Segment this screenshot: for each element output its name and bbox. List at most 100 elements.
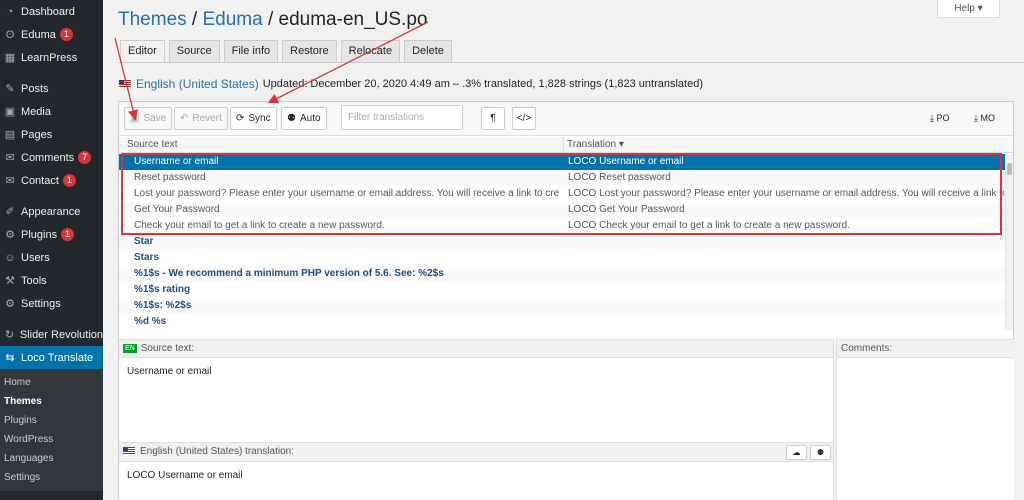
source-cell: %1$s - We recommend a minimum PHP versio… <box>134 268 444 279</box>
revert-icon: ↶ <box>180 113 189 124</box>
breadcrumb-separator: / <box>262 9 279 30</box>
tab-relocate[interactable]: Relocate <box>340 40 401 62</box>
filter-input[interactable]: Filter translations <box>341 105 463 130</box>
sidebar-item-label: Appearance <box>21 205 81 218</box>
comments-area[interactable] <box>837 358 1014 500</box>
sidebar-item-tools[interactable]: ⚒ Tools <box>0 269 103 292</box>
cloud-icon: ☁ <box>792 448 801 457</box>
sidebar-item-label: Plugins <box>21 228 58 241</box>
auto-button[interactable]: ⚉ Auto <box>281 107 327 130</box>
source-cell: Star <box>134 236 154 247</box>
plugins-icon: ⚙ <box>5 228 15 241</box>
translation-input[interactable]: LOCO Username or email <box>119 462 833 500</box>
sidebar-separator <box>0 315 103 323</box>
invisibles-toggle[interactable]: ¶ <box>481 107 505 130</box>
table-row[interactable]: %d %s <box>119 314 1005 330</box>
sidebar-separator <box>0 69 103 77</box>
breadcrumb-theme-link[interactable]: Eduma <box>202 9 262 30</box>
tabs-divider <box>118 62 1024 63</box>
source-column-header[interactable]: Source text <box>127 139 178 150</box>
source-cell: %1$s: %2$s <box>134 300 192 311</box>
sidebar-item-label: Eduma <box>21 28 56 41</box>
sidebar-item-label: Dashboard <box>21 5 75 18</box>
sidebar-item-posts[interactable]: ✎ Posts <box>0 77 103 100</box>
source-cell: %d %s <box>134 316 167 327</box>
loco-translate-icon: ⇆ <box>5 351 15 364</box>
sidebar-item-label: Tools <box>21 274 47 287</box>
editor-toolbar: ▣ Save ↶ Revert ⟳ Sync ⚉ Auto Filter transla… <box>119 102 1013 136</box>
save-button[interactable]: ▣ Save <box>124 107 173 130</box>
table-row[interactable]: %1$s: %2$s <box>119 298 1005 314</box>
tab-restore[interactable]: Restore <box>282 40 337 62</box>
sidebar-item-label: LearnPress <box>21 51 78 64</box>
sidebar-item-learnpress[interactable]: ▦ LearnPress <box>0 46 103 69</box>
sidebar-item-users[interactable]: ☺ Users <box>0 246 103 269</box>
code-view-toggle[interactable]: </> <box>512 107 536 130</box>
submenu-item-settings[interactable]: Settings <box>0 468 103 487</box>
download-mo-button[interactable]: ⤓ MO <box>974 113 995 124</box>
appearance-icon: ✐ <box>5 205 15 218</box>
sidebar-item-pages[interactable]: ▤ Pages <box>0 123 103 146</box>
revert-label: Revert <box>192 113 222 124</box>
download-po-button[interactable]: ⤓ PO <box>930 113 950 124</box>
tab-editor[interactable]: Editor <box>120 40 165 62</box>
translation-header: English (United States) translation: ☁ ⚉ <box>119 442 833 462</box>
loco-submenu: Home Themes Plugins WordPress Languages Setti… <box>0 369 103 491</box>
translation-column-header[interactable]: Translation ▾ <box>567 139 624 150</box>
sync-icon: ⟳ <box>236 113 245 124</box>
submenu-item-wordpress[interactable]: WordPress <box>0 430 103 449</box>
download-icon: ⤓ <box>974 113 978 123</box>
source-text-value: Username or email <box>119 358 833 442</box>
grid-header: Source text Translation ▾ <box>119 137 1013 153</box>
sidebar-item-contact[interactable]: ✉ Contact 1 <box>0 169 103 192</box>
table-row[interactable]: Star <box>119 234 1005 250</box>
submenu-item-themes[interactable]: Themes <box>0 392 103 411</box>
tab-file-info[interactable]: File info <box>223 40 279 62</box>
breadcrumb-themes-link[interactable]: Themes <box>118 9 187 30</box>
page-title: Themes / Eduma / eduma-en_US.po <box>118 9 427 31</box>
notification-badge: 1 <box>61 228 75 241</box>
editor-tabs: Editor Source File info Restore Relocate Dele… <box>120 40 456 62</box>
source-cell: Stars <box>134 252 160 263</box>
grid-scrollbar[interactable] <box>1005 154 1013 330</box>
locale-info: English (United States) Updated: Decembe… <box>119 77 703 91</box>
learnpress-icon: ▦ <box>4 51 16 64</box>
eduma-icon: ʘ <box>5 28 15 41</box>
sidebar-item-settings[interactable]: ⚙ Settings <box>0 292 103 315</box>
table-row[interactable]: %1$s - We recommend a minimum PHP versio… <box>119 266 1005 282</box>
sidebar-item-label: Contact <box>21 174 59 187</box>
sidebar-item-eduma[interactable]: ʘ Eduma 1 <box>0 23 103 46</box>
us-flag-icon <box>119 80 131 88</box>
contact-icon: ✉ <box>5 174 15 187</box>
sidebar-item-slider-revolution[interactable]: ↻ Slider Revolution <box>0 323 103 346</box>
submenu-item-home[interactable]: Home <box>0 373 103 392</box>
sidebar-item-plugins[interactable]: ⚙ Plugins 1 <box>0 223 103 246</box>
media-icon: ▣ <box>4 105 16 118</box>
dashboard-icon: ◔ <box>6 5 14 18</box>
sidebar-item-comments[interactable]: ✉ Comments 7 <box>0 146 103 169</box>
tab-source[interactable]: Source <box>168 40 220 62</box>
tools-icon: ⚒ <box>5 274 15 287</box>
locale-status: Updated: December 20, 2020 4:49 am – .3%… <box>262 78 704 90</box>
submenu-item-plugins[interactable]: Plugins <box>0 411 103 430</box>
notification-badge: 1 <box>62 174 76 187</box>
tab-delete[interactable]: Delete <box>404 40 452 62</box>
auto-translate-button[interactable]: ⚉ <box>810 445 831 460</box>
sidebar-item-dashboard[interactable]: ◔ Dashboard <box>0 0 103 23</box>
help-button[interactable]: Help ▾ <box>937 0 1000 18</box>
sync-button[interactable]: ⟳ Sync <box>230 107 277 130</box>
sidebar-item-appearance[interactable]: ✐ Appearance <box>0 200 103 223</box>
cloud-suggest-button[interactable]: ☁ <box>786 445 807 460</box>
locale-link[interactable]: English (United States) <box>136 77 259 91</box>
sync-label: Sync <box>248 113 271 124</box>
sidebar-item-media[interactable]: ▣ Media <box>0 100 103 123</box>
submenu-item-languages[interactable]: Languages <box>0 449 103 468</box>
column-divider[interactable] <box>563 137 564 153</box>
revert-button[interactable]: ↶ Revert <box>174 107 228 130</box>
sidebar-item-label: Media <box>21 105 51 118</box>
table-row[interactable]: %1$s rating <box>119 282 1005 298</box>
sidebar-item-label: Slider Revolution <box>19 328 103 341</box>
save-icon: ▣ <box>130 113 140 124</box>
table-row[interactable]: Stars <box>119 250 1005 266</box>
sidebar-item-loco-translate[interactable]: ⇆ Loco Translate <box>0 346 103 369</box>
